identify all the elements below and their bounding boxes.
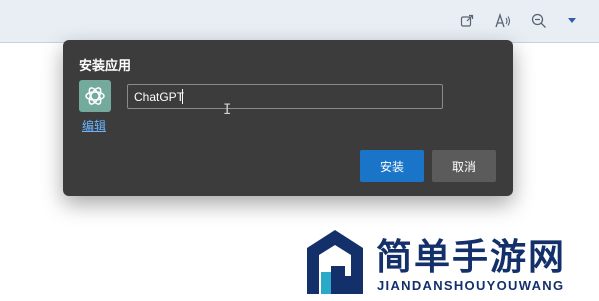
external-link-icon[interactable]: [456, 10, 478, 32]
watermark-subtitle: JIANDANSHOUYOUWANG: [377, 278, 565, 293]
dropdown-icon[interactable]: [566, 10, 578, 32]
edit-icon-link[interactable]: 编辑: [82, 117, 106, 134]
zoom-out-icon[interactable]: [528, 10, 550, 32]
chatgpt-logo-icon: [79, 80, 111, 112]
watermark-logo-icon: [305, 228, 365, 296]
dialog-title: 安装应用: [79, 59, 132, 74]
text-caret: [182, 89, 183, 104]
watermark-title: 简单手游网: [376, 237, 567, 278]
cancel-button[interactable]: 取消: [432, 150, 496, 182]
app-name-input[interactable]: [127, 84, 443, 109]
read-aloud-icon[interactable]: [492, 10, 514, 32]
ibeam-cursor-icon: I: [223, 102, 232, 118]
install-app-dialog: 安装应用 编辑 I 安装 取消: [63, 40, 513, 196]
install-button[interactable]: 安装: [360, 150, 424, 182]
browser-toolbar: [0, 0, 599, 43]
